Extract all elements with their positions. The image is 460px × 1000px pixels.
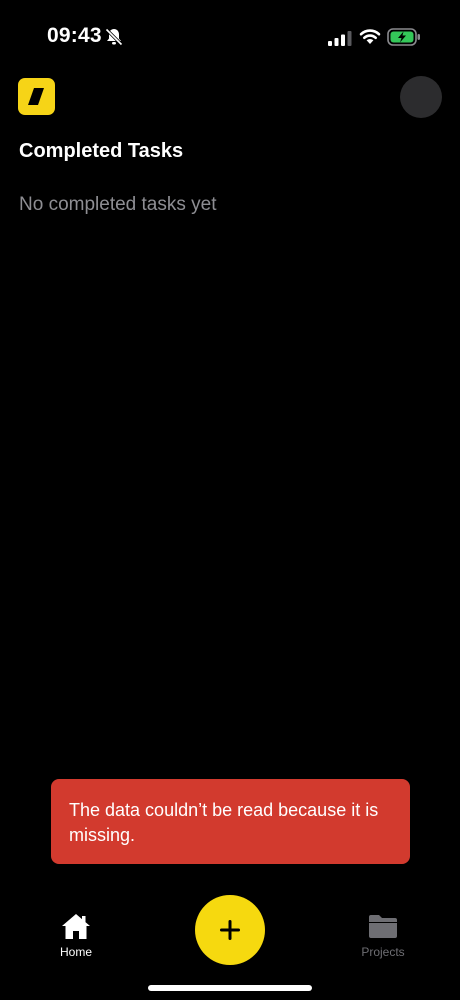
plus-icon <box>220 920 240 940</box>
home-indicator[interactable] <box>148 985 312 991</box>
empty-state-message: No completed tasks yet <box>19 194 217 215</box>
cellular-signal-icon <box>328 31 352 46</box>
tab-home[interactable]: Home <box>41 912 111 959</box>
app-logo <box>18 78 55 115</box>
battery-charging-icon <box>387 28 420 46</box>
tab-home-label: Home <box>59 945 92 959</box>
status-bar: 09:43 <box>0 0 460 72</box>
add-task-button[interactable] <box>195 895 265 965</box>
app-logo-icon <box>28 88 44 105</box>
error-toast-message: The data couldn’t be read because it is … <box>69 800 379 845</box>
wifi-icon <box>359 29 381 44</box>
status-time: 09:43 <box>47 24 102 47</box>
tab-projects-label: Projects <box>361 945 405 959</box>
page-title: Completed Tasks <box>19 140 184 162</box>
tab-projects[interactable]: Projects <box>348 912 418 959</box>
folder-icon <box>369 915 397 938</box>
error-toast[interactable]: The data couldn’t be read because it is … <box>51 779 410 864</box>
home-icon <box>62 914 90 939</box>
bell-slash-icon <box>105 28 123 46</box>
avatar[interactable] <box>400 76 442 118</box>
